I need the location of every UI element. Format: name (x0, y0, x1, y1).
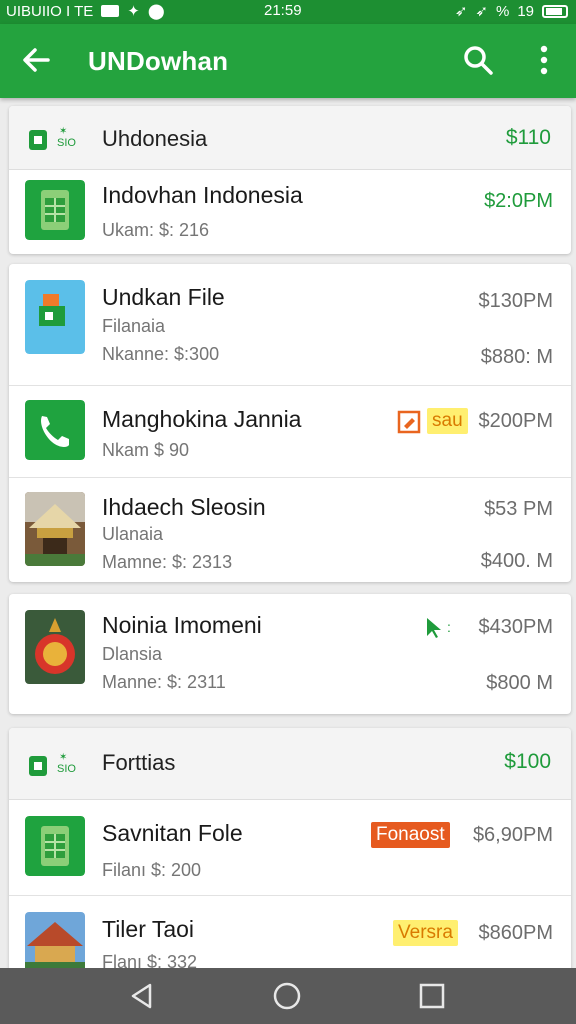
status-badge: Fonaost (371, 822, 450, 848)
item-amount: $800 M (486, 672, 553, 694)
status-badge: sau (427, 408, 468, 434)
message-icon (101, 5, 120, 17)
item-meta: Nkanne: $:300 (102, 344, 220, 364)
section-header: SIO ✶ Uhdonesia $110 (9, 106, 571, 170)
sim-tag-text: SIO (57, 137, 76, 149)
search-icon[interactable] (460, 42, 496, 78)
sim-tag-text: SIO (57, 763, 76, 775)
item-time: $130PM (478, 290, 554, 312)
section-card-forttias: SIO ✶ Forttias $100 Savnitan Fole Filanı… (9, 728, 571, 978)
status-badge: Versra (393, 920, 458, 946)
item-title: Manghokina Jannia (102, 406, 302, 432)
list-item[interactable]: Tiler Taoi Flanı $: 332 Versra $860PM (9, 896, 571, 978)
item-time: $860PM (478, 922, 554, 944)
battery-level: 19 (517, 2, 534, 20)
edit-icon[interactable] (397, 410, 421, 434)
svg-text::: : (447, 619, 451, 635)
battery-icon (542, 4, 568, 18)
percent-icon: % (495, 2, 510, 20)
recents-square-icon[interactable] (416, 980, 448, 1012)
section-card-list: Undkan File Filanaia Nkanne: $:300 $130P… (9, 264, 571, 582)
section-header: SIO ✶ Forttias $100 (9, 728, 571, 800)
section-title: Uhdonesia (102, 126, 208, 151)
item-title: Ιndovhan Indonesia (102, 182, 303, 208)
svg-text:✶: ✶ (59, 126, 67, 137)
back-triangle-icon[interactable] (126, 980, 158, 1012)
list-item[interactable]: Ιhdaech Sleosin Ulanaia Mamne: $: 2313 $… (9, 478, 571, 582)
item-title: Savnitan Fole (102, 820, 243, 846)
page-title: UNDowhan (88, 46, 229, 76)
back-arrow-icon[interactable] (18, 42, 54, 78)
cursor-icon[interactable]: : (423, 616, 453, 640)
item-meta: Ukam: $: 216 (102, 220, 210, 240)
section-card-uhdonesia: SIO ✶ Uhdonesia $110 Ιndovhan Indonesia … (9, 106, 571, 254)
signal-icon: ✦ (127, 3, 140, 20)
sim-card-icon (25, 180, 85, 240)
item-time: $53 PM (484, 498, 553, 520)
item-subtitle: Ulanaia (102, 524, 164, 544)
item-title: Ιhdaech Sleosin (102, 494, 266, 520)
sim-tag-icon: SIO ✶ (29, 126, 76, 150)
list-item[interactable]: Ιndovhan Indonesia Ukam: $: 216 $2:0PM (9, 170, 571, 254)
item-meta: Filanı $: 200 (102, 860, 202, 880)
svg-text:✶: ✶ (59, 752, 67, 763)
item-subtitle: Dlansia (102, 644, 163, 664)
item-title: Undkan File (102, 284, 225, 310)
section-card-item: Noinia Imomeni Dlansia Manne: $: 2311 : … (9, 594, 571, 714)
item-meta: Nkam $ 90 (102, 440, 190, 460)
navigation-bar (0, 968, 576, 1024)
item-time: $430PM (478, 616, 554, 638)
sim-tag-icon: SIO ✶ (29, 752, 76, 776)
item-time: $200PM (478, 410, 554, 432)
item-time: $6,90PM (472, 824, 553, 846)
list-item[interactable]: Savnitan Fole Filanı $: 200 Fonaost $6,9… (9, 800, 571, 896)
item-meta: Mamne: $: 2313 (102, 552, 233, 572)
status-bar: UIBUIIO I TE ✦ ⬤ 21:59 ➶ ➶ % 19 (0, 0, 576, 24)
item-meta: Manne: $: 2311 (102, 672, 226, 692)
list-item[interactable]: Noinia Imomeni Dlansia Manne: $: 2311 : … (9, 594, 571, 714)
item-subtitle: Filanaia (102, 316, 166, 336)
notification-icon: ⬤ (147, 3, 165, 20)
home-circle-icon[interactable] (271, 980, 303, 1012)
list-item[interactable]: Manghokina Jannia Nkam $ 90 sau $200PM (9, 386, 571, 478)
more-options-icon[interactable] (530, 42, 558, 78)
status-carrier-text: UIBUIIO I TE (6, 2, 94, 20)
emblem-photo (25, 610, 85, 684)
section-title: Forttias (102, 750, 176, 775)
location-icon: ➶ (454, 3, 468, 20)
item-title: Noinia Imomeni (102, 612, 262, 638)
temple-photo (25, 492, 85, 566)
section-amount: $100 (504, 750, 551, 773)
item-amount: $880: M (480, 346, 553, 368)
phone-app-icon (25, 280, 85, 354)
wifi-icon: ➶ (475, 3, 488, 20)
item-time: $2:0PM (484, 190, 553, 212)
item-title: Tiler Taoi (102, 916, 195, 942)
list-item[interactable]: Undkan File Filanaia Nkanne: $:300 $130P… (9, 264, 571, 386)
item-amount: $400. M (480, 550, 553, 572)
section-amount: $110 (505, 126, 551, 149)
app-bar: UNDowhan (0, 24, 576, 98)
phone-call-icon (25, 400, 85, 460)
status-time: 21:59 (264, 2, 302, 19)
sim-card-icon (25, 816, 85, 876)
